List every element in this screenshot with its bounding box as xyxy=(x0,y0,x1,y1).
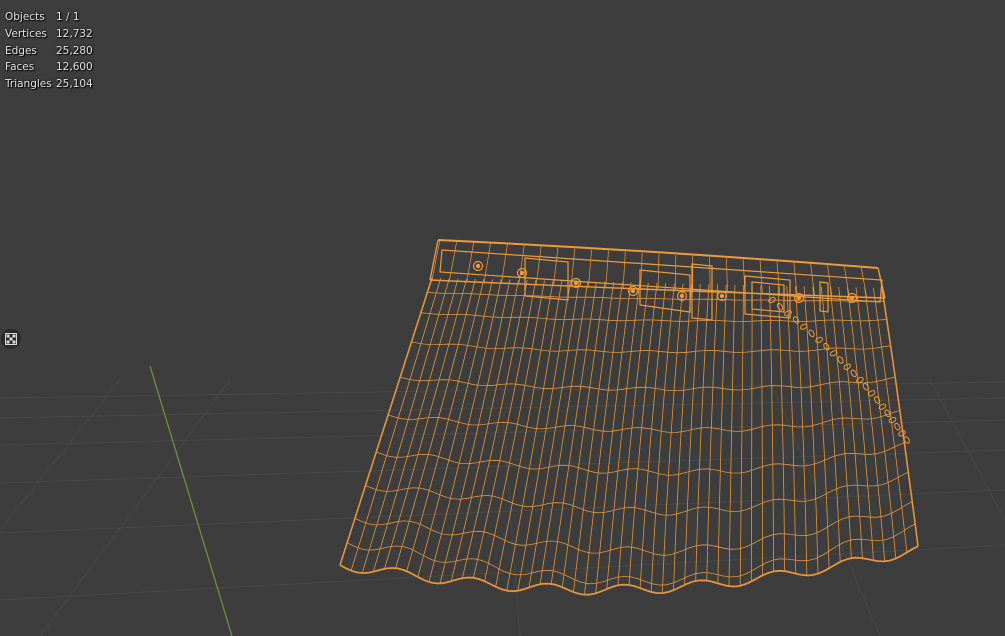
skirt-wireframe-mesh[interactable] xyxy=(0,0,1005,636)
stat-value: 12,732 xyxy=(56,27,93,40)
belt xyxy=(439,249,883,321)
sidebar-toggle-button[interactable] xyxy=(1,329,21,349)
3d-viewport[interactable] xyxy=(0,0,1005,636)
stat-row-objects: Objects 1 / 1 xyxy=(5,9,93,26)
checkerboard-icon xyxy=(5,333,17,345)
stat-label: Edges xyxy=(5,44,37,57)
stat-value: 12,600 xyxy=(56,61,93,74)
stat-value: 25,104 xyxy=(56,78,93,91)
stat-row-faces: Faces 12,600 xyxy=(5,59,93,76)
stat-row-edges: Edges 25,280 xyxy=(5,43,93,60)
stat-label: Objects xyxy=(5,11,45,23)
stat-row-triangles: Triangles 25,104 xyxy=(5,76,93,93)
stat-value: 25,280 xyxy=(56,44,93,57)
mesh-lines xyxy=(339,277,919,596)
stat-label: Vertices xyxy=(5,27,47,40)
stat-label: Faces xyxy=(5,61,35,74)
waistband xyxy=(429,239,886,299)
stat-label: Triangles xyxy=(5,78,52,91)
stat-row-vertices: Vertices 12,732 xyxy=(5,26,93,43)
scene-statistics-overlay: Objects 1 / 1 Vertices 12,732 Edges 25,2… xyxy=(5,9,93,93)
stat-value: 1 / 1 xyxy=(56,11,80,23)
